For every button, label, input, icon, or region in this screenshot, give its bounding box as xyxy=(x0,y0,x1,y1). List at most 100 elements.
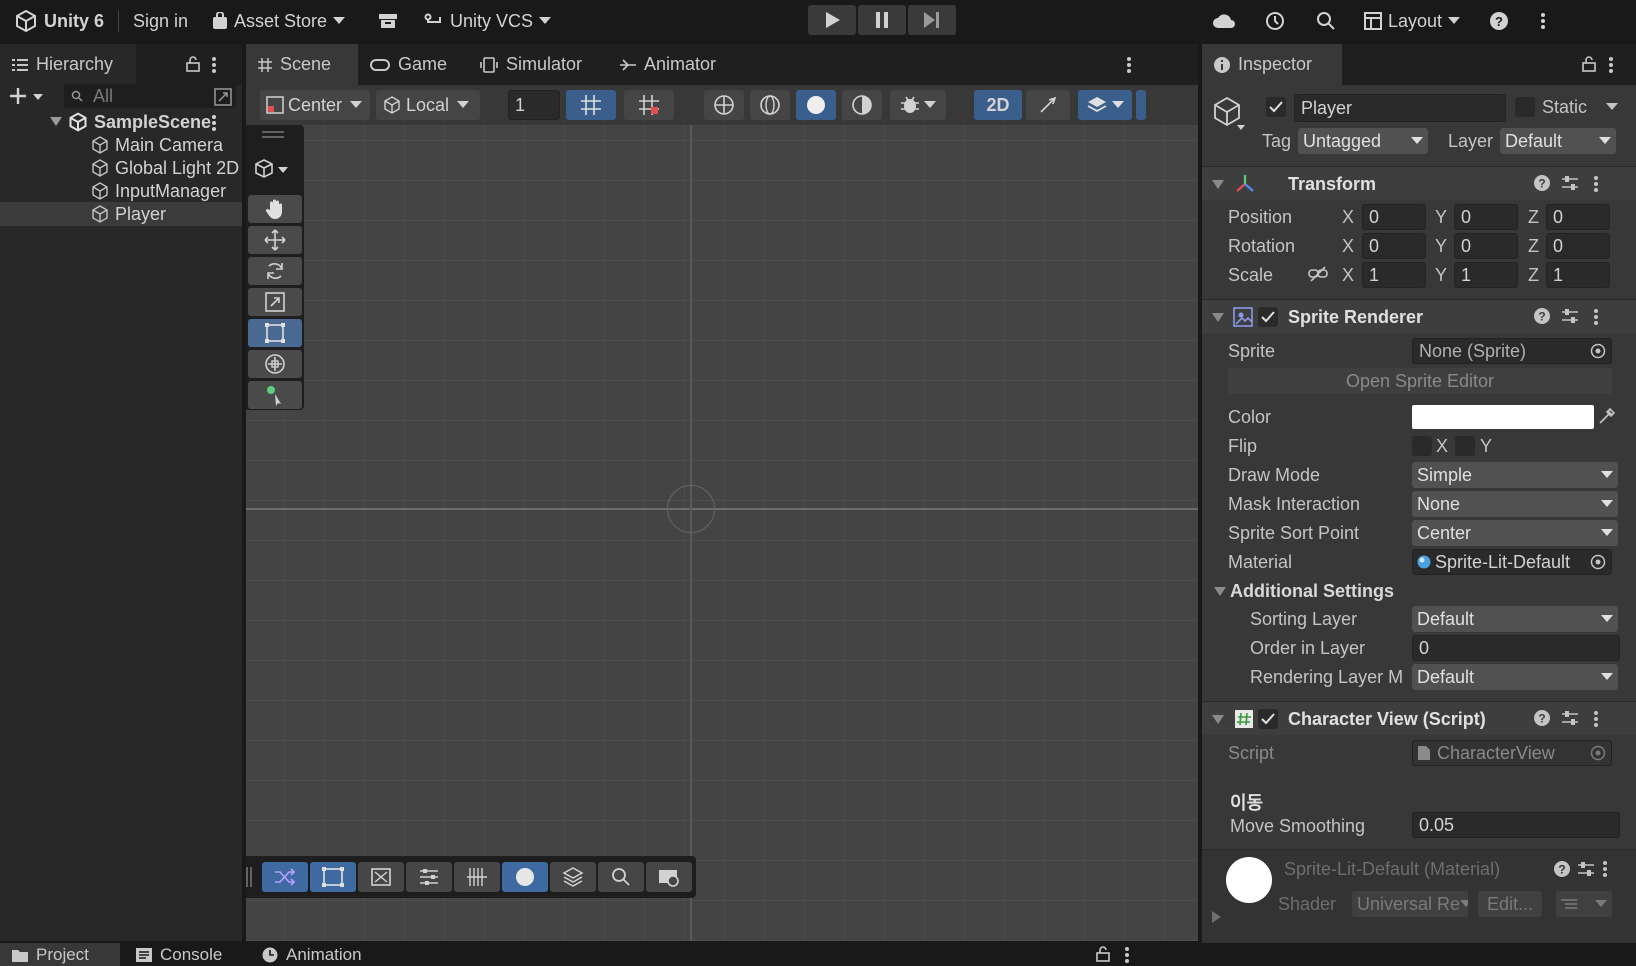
sprite-renderer-header[interactable]: Sprite Renderer ? xyxy=(1202,299,1636,333)
cloud-button[interactable] xyxy=(1212,0,1236,42)
kebab-icon[interactable] xyxy=(1593,710,1599,728)
draw-mode-dropdown[interactable]: Simple xyxy=(1412,462,1618,488)
material-object-field[interactable]: Sprite-Lit-Default xyxy=(1412,549,1612,575)
kebab-icon[interactable] xyxy=(1608,56,1614,74)
transform-tool[interactable] xyxy=(248,350,302,378)
hand-tool[interactable] xyxy=(248,195,302,223)
shader-options-dropdown[interactable] xyxy=(1556,891,1612,917)
transform-header[interactable]: Transform ? xyxy=(1202,166,1636,200)
gizmos-button-partial[interactable] xyxy=(1136,90,1146,120)
shading-wireframe-button[interactable] xyxy=(750,90,790,120)
tree-item-global-light[interactable]: Global Light 2D xyxy=(0,156,242,180)
expand-triangle-icon[interactable] xyxy=(1214,587,1226,596)
orientation-button[interactable] xyxy=(704,90,744,120)
zoom-button[interactable] xyxy=(598,862,644,892)
vcs-button[interactable]: Unity VCS xyxy=(424,0,552,42)
lock-icon[interactable] xyxy=(186,56,200,72)
hierarchy-search-input[interactable]: All xyxy=(64,84,236,108)
more-menu-button[interactable] xyxy=(1540,0,1546,42)
shaded-button[interactable] xyxy=(796,90,836,120)
sign-in-button[interactable]: Sign in xyxy=(133,0,188,42)
kebab-icon[interactable] xyxy=(1126,56,1132,74)
help-icon[interactable]: ? xyxy=(1534,710,1550,726)
increment-snap-button[interactable] xyxy=(624,90,674,120)
lighting-toggle-button[interactable] xyxy=(1026,90,1070,120)
order-in-layer-field[interactable]: 0 xyxy=(1412,635,1620,661)
preset-icon[interactable] xyxy=(1562,710,1578,726)
tab-inspector[interactable]: Inspector xyxy=(1202,44,1342,85)
play-button[interactable] xyxy=(808,5,856,35)
rect-select-button[interactable] xyxy=(310,862,356,892)
position-x-field[interactable]: 0 xyxy=(1362,204,1426,230)
sprite-object-field[interactable]: None (Sprite) xyxy=(1412,338,1612,364)
view-cube-dropdown-icon[interactable] xyxy=(254,158,290,180)
object-name-field[interactable]: Player xyxy=(1294,94,1506,122)
layer-dropdown[interactable]: Default xyxy=(1500,128,1616,154)
effects-dropdown[interactable] xyxy=(1078,90,1132,120)
scale-x-field[interactable]: 1 xyxy=(1362,262,1426,288)
scale-y-field[interactable]: 1 xyxy=(1454,262,1518,288)
edit-shader-button[interactable]: Edit... xyxy=(1478,891,1542,917)
kebab-icon[interactable] xyxy=(1593,175,1599,193)
kebab-icon[interactable] xyxy=(1124,946,1130,964)
sorting-layer-dropdown[interactable]: Default xyxy=(1412,606,1618,632)
tab-hierarchy[interactable]: Hierarchy xyxy=(0,44,136,85)
chevron-down-icon[interactable] xyxy=(1606,103,1618,111)
preset-icon[interactable] xyxy=(1578,861,1594,877)
move-smoothing-field[interactable]: 0.05 xyxy=(1412,812,1620,838)
grid-tool-button[interactable] xyxy=(454,862,500,892)
rendering-layer-dropdown[interactable]: Default xyxy=(1412,664,1618,690)
link-icon[interactable] xyxy=(1308,266,1328,282)
preset-icon[interactable] xyxy=(1562,175,1578,191)
help-icon[interactable]: ? xyxy=(1554,861,1570,877)
flip-y-checkbox[interactable] xyxy=(1455,436,1475,456)
tab-scene[interactable]: Scene xyxy=(246,44,358,85)
drag-handle-icon[interactable] xyxy=(262,131,284,139)
additional-settings-foldout[interactable]: Additional Settings xyxy=(1230,581,1394,602)
scale-z-field[interactable]: 1 xyxy=(1546,262,1610,288)
lock-icon[interactable] xyxy=(1096,946,1110,962)
toggle-2d-button[interactable]: 2D xyxy=(974,90,1022,120)
expand-triangle-right-icon[interactable] xyxy=(1212,911,1222,923)
object-picker-icon[interactable] xyxy=(1590,554,1606,570)
tree-item-player[interactable]: Player xyxy=(0,202,242,226)
object-picker-icon[interactable] xyxy=(1590,343,1606,359)
help-icon[interactable]: ? xyxy=(1534,308,1550,324)
search-button[interactable] xyxy=(1316,0,1336,42)
scene-viewport[interactable] xyxy=(246,125,1198,941)
tab-simulator[interactable]: Simulator xyxy=(468,44,594,85)
tab-project[interactable]: Project xyxy=(0,943,120,966)
pivot-dropdown[interactable]: Center xyxy=(260,90,370,120)
camera-preview-button[interactable] xyxy=(646,862,692,892)
debug-draw-dropdown[interactable] xyxy=(890,90,946,120)
sort-point-dropdown[interactable]: Center xyxy=(1412,520,1618,546)
sprite-shape-button[interactable] xyxy=(262,862,308,892)
package-button[interactable] xyxy=(378,0,398,42)
scene-row[interactable]: SampleScene xyxy=(0,110,242,134)
tab-game[interactable]: Game xyxy=(358,44,459,85)
tag-dropdown[interactable]: Untagged xyxy=(1298,128,1428,154)
custom-tool[interactable] xyxy=(248,381,302,409)
bounds-button[interactable] xyxy=(358,862,404,892)
component-enabled-checkbox[interactable] xyxy=(1258,709,1278,729)
move-tool[interactable] xyxy=(248,226,302,254)
kebab-icon[interactable] xyxy=(1593,308,1599,326)
snap-increment-field[interactable]: 1 xyxy=(508,90,560,120)
layout-dropdown[interactable]: Layout xyxy=(1364,0,1461,42)
shader-dropdown[interactable]: Universal Re xyxy=(1352,891,1468,917)
static-checkbox[interactable] xyxy=(1515,97,1535,117)
mask-interaction-dropdown[interactable]: None xyxy=(1412,491,1618,517)
scene-search-icon[interactable] xyxy=(214,88,232,106)
asset-store-button[interactable]: Asset Store xyxy=(212,0,346,42)
tab-animator[interactable]: Animator xyxy=(608,44,728,85)
kebab-icon[interactable] xyxy=(211,114,217,132)
player-pivot-circle[interactable] xyxy=(667,485,715,533)
add-button[interactable] xyxy=(10,88,44,104)
tab-console[interactable]: Console xyxy=(124,943,234,966)
help-button[interactable]: ? xyxy=(1490,0,1508,42)
rotate-tool[interactable] xyxy=(248,257,302,285)
tab-animation[interactable]: Animation xyxy=(250,943,374,966)
open-sprite-editor-button[interactable]: Open Sprite Editor xyxy=(1228,368,1612,394)
history-button[interactable] xyxy=(1264,0,1286,42)
sphere-button[interactable] xyxy=(502,862,548,892)
